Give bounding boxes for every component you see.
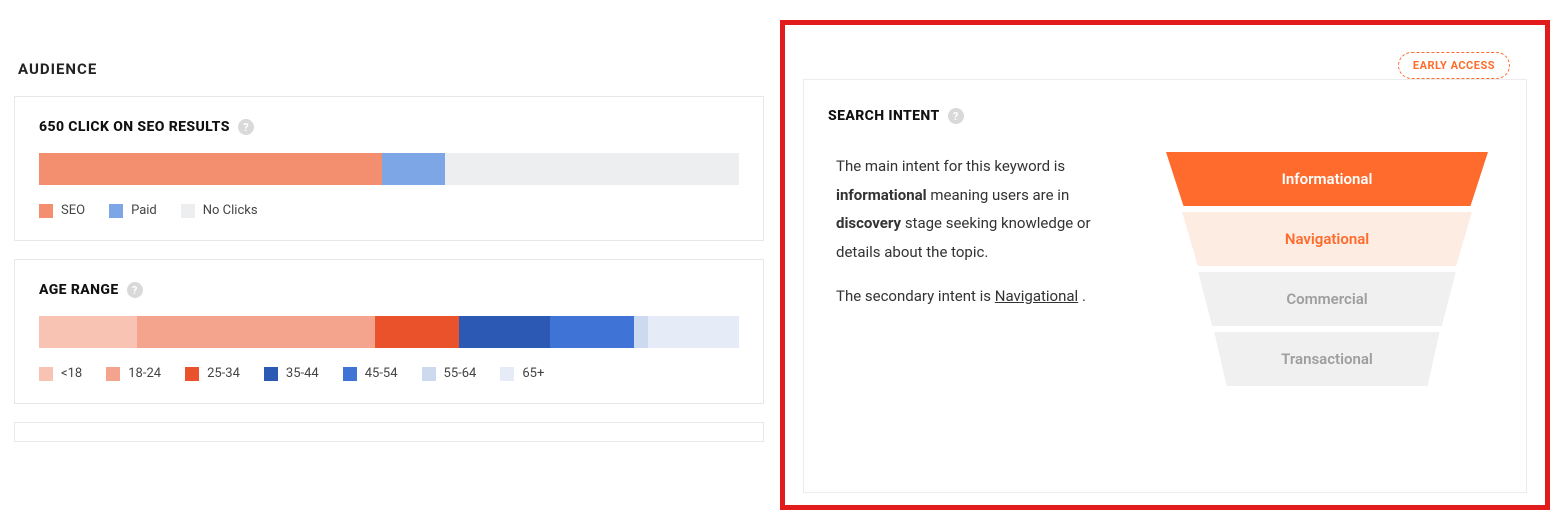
intent-description: The main intent for this keyword is info… xyxy=(828,152,1128,392)
age-55-64-segment xyxy=(634,316,648,348)
legend-item-35-44: 35-44 xyxy=(264,366,319,381)
search-intent-panel: EARLY ACCESS SEARCH INTENT ? The main in… xyxy=(803,79,1527,493)
legend-item-seo: SEO xyxy=(39,203,85,218)
swatch-icon xyxy=(264,367,278,381)
age-range-legend: <18 18-24 25-34 35-44 45-54 55-64 65+ xyxy=(39,366,739,381)
legend-item-25-34: 25-34 xyxy=(185,366,240,381)
help-icon[interactable]: ? xyxy=(238,119,254,135)
swatch-icon xyxy=(39,367,53,381)
legend-label: 55-64 xyxy=(444,366,477,381)
legend-label: 25-34 xyxy=(207,366,240,381)
intent-link-navigational[interactable]: Navigational xyxy=(995,287,1078,305)
intent-bold-informational: informational xyxy=(836,186,927,204)
swatch-icon xyxy=(185,367,199,381)
early-access-badge: EARLY ACCESS xyxy=(1398,52,1510,79)
swatch-icon xyxy=(422,367,436,381)
swatch-icon xyxy=(181,204,195,218)
age-18-24-segment xyxy=(137,316,375,348)
seo-clicks-title: 650 CLICK ON SEO RESULTS xyxy=(39,119,230,135)
age-45-54-segment xyxy=(550,316,634,348)
help-icon[interactable]: ? xyxy=(948,108,964,124)
age-25-34-segment xyxy=(375,316,459,348)
empty-panel xyxy=(14,422,764,442)
seo-segment xyxy=(39,153,382,185)
legend-label: 65+ xyxy=(522,366,544,381)
legend-item-noclicks: No Clicks xyxy=(181,203,258,218)
seo-clicks-legend: SEO Paid No Clicks xyxy=(39,203,739,218)
age-range-chart xyxy=(39,316,739,348)
legend-item-lt18: <18 xyxy=(39,366,82,381)
intent-bold-discovery: discovery xyxy=(836,214,901,232)
age-65p-segment xyxy=(648,316,739,348)
legend-label: 18-24 xyxy=(128,366,161,381)
seo-clicks-chart xyxy=(39,153,739,185)
help-icon[interactable]: ? xyxy=(127,282,143,298)
age-lt18-segment xyxy=(39,316,137,348)
legend-item-45-54: 45-54 xyxy=(343,366,398,381)
age-35-44-segment xyxy=(459,316,550,348)
intent-text-fragment: meaning users are in xyxy=(930,186,1069,204)
legend-item-65p: 65+ xyxy=(500,366,544,381)
swatch-icon xyxy=(39,204,53,218)
legend-label: 35-44 xyxy=(286,366,319,381)
funnel-step-commercial: Commercial xyxy=(1187,272,1467,326)
legend-item-paid: Paid xyxy=(109,203,157,218)
legend-item-55-64: 55-64 xyxy=(422,366,477,381)
funnel-step-transactional: Transactional xyxy=(1205,332,1450,386)
intent-funnel-chart: Informational Navigational Commercial Tr… xyxy=(1152,152,1502,392)
legend-label: No Clicks xyxy=(203,203,258,218)
legend-label: SEO xyxy=(61,203,85,218)
funnel-step-informational: Informational xyxy=(1152,152,1502,206)
legend-label: 45-54 xyxy=(365,366,398,381)
intent-text-fragment: . xyxy=(1082,287,1086,305)
funnel-step-navigational: Navigational xyxy=(1170,212,1485,266)
swatch-icon xyxy=(109,204,123,218)
search-intent-title: SEARCH INTENT xyxy=(828,108,940,124)
intent-text-fragment: The main intent for this keyword is xyxy=(836,157,1065,175)
swatch-icon xyxy=(106,367,120,381)
audience-section-title: AUDIENCE xyxy=(18,60,764,78)
age-range-title: AGE RANGE xyxy=(39,282,119,298)
age-range-panel: AGE RANGE ? <18 18-24 25-34 35-44 45-54 … xyxy=(14,259,764,404)
legend-label: Paid xyxy=(131,203,157,218)
swatch-icon xyxy=(343,367,357,381)
swatch-icon xyxy=(500,367,514,381)
intent-text-fragment: The secondary intent is xyxy=(836,287,995,305)
seo-clicks-panel: 650 CLICK ON SEO RESULTS ? SEO Paid No C… xyxy=(14,96,764,241)
audience-section: AUDIENCE 650 CLICK ON SEO RESULTS ? SEO … xyxy=(14,0,764,460)
paid-segment xyxy=(382,153,445,185)
search-intent-highlight: EARLY ACCESS SEARCH INTENT ? The main in… xyxy=(780,20,1550,510)
legend-label: <18 xyxy=(61,366,82,381)
noclicks-segment xyxy=(445,153,739,185)
legend-item-18-24: 18-24 xyxy=(106,366,161,381)
